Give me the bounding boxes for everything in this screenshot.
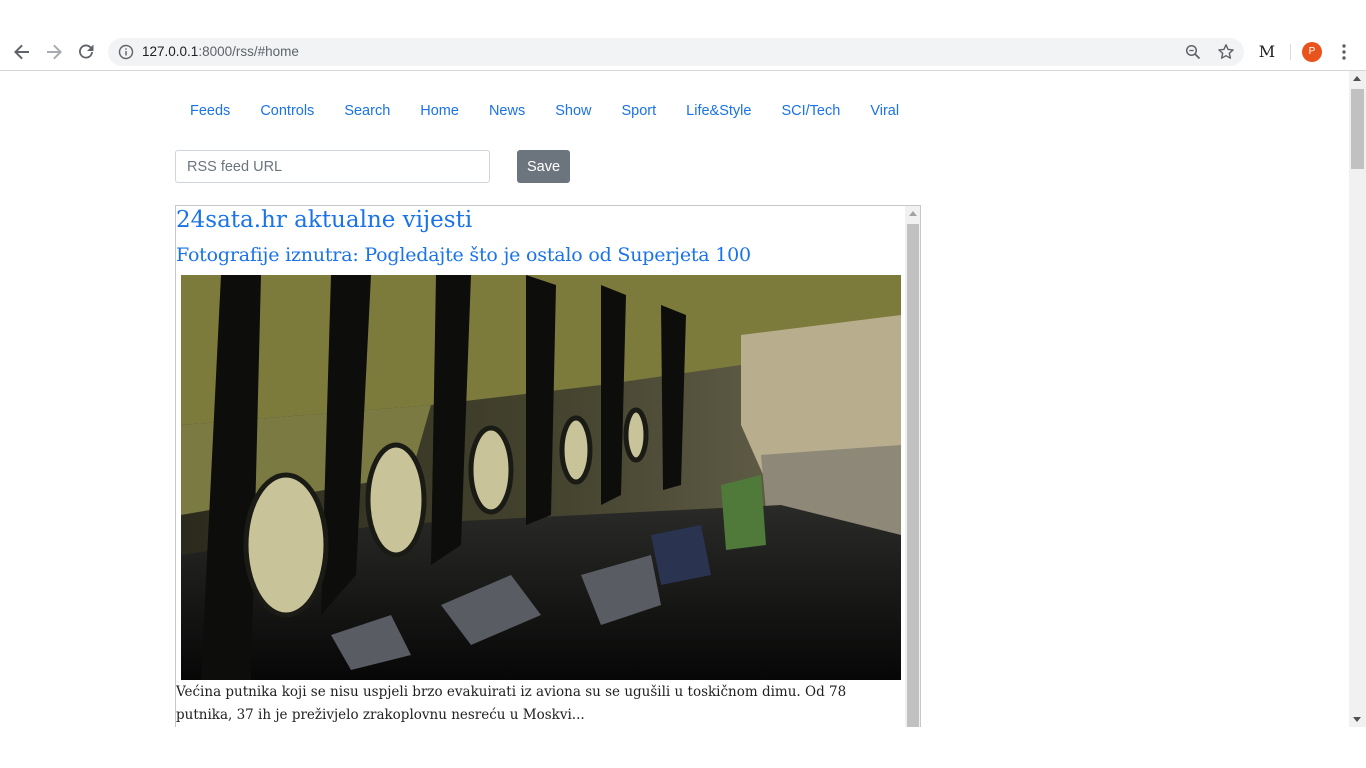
nav-link-viral[interactable]: Viral bbox=[855, 98, 914, 124]
extension-m-icon[interactable]: M bbox=[1257, 42, 1277, 62]
scroll-up-arrow-icon[interactable] bbox=[1353, 76, 1361, 81]
url-path: :8000/rss/#home bbox=[198, 44, 299, 59]
category-nav: Feeds Controls Search Home News Show Spo… bbox=[175, 98, 914, 124]
feed-panel-scrollbar-thumb[interactable] bbox=[907, 224, 919, 727]
nav-link-home[interactable]: Home bbox=[405, 98, 474, 124]
nav-link-scitech[interactable]: SCI/Tech bbox=[766, 98, 855, 124]
nav-link-controls[interactable]: Controls bbox=[245, 98, 329, 124]
page-scrollbar[interactable] bbox=[1349, 71, 1366, 727]
nav-link-search[interactable]: Search bbox=[329, 98, 405, 124]
info-icon[interactable] bbox=[118, 44, 134, 60]
forward-button[interactable] bbox=[42, 40, 66, 64]
article-description: Većina putnika koji se nisu uspjeli brzo… bbox=[176, 684, 847, 723]
aircraft-wreckage-photo bbox=[181, 275, 901, 680]
nav-link-lifestyle[interactable]: Life&Style bbox=[671, 98, 766, 124]
url-text[interactable]: 127.0.0.1:8000/rss/#home bbox=[142, 44, 299, 60]
scroll-up-arrow-icon[interactable] bbox=[909, 211, 917, 216]
arrow-right-icon bbox=[47, 44, 62, 60]
browser-toolbar: 127.0.0.1:8000/rss/#home M P bbox=[0, 0, 1366, 71]
arrow-left-icon bbox=[14, 44, 29, 60]
profile-avatar[interactable]: P bbox=[1302, 42, 1322, 62]
scroll-down-arrow-icon[interactable] bbox=[1353, 717, 1361, 722]
back-button[interactable] bbox=[10, 40, 34, 64]
page-scrollbar-thumb[interactable] bbox=[1351, 89, 1364, 169]
feed-panel-scrollbar[interactable] bbox=[905, 206, 920, 727]
feed-panel: 24sata.hr aktualne vijesti Fotografije i… bbox=[175, 205, 921, 727]
address-bar[interactable]: 127.0.0.1:8000/rss/#home bbox=[108, 38, 1244, 66]
reload-icon bbox=[79, 44, 94, 59]
nav-link-show[interactable]: Show bbox=[540, 98, 606, 124]
more-vert-icon[interactable] bbox=[1336, 42, 1352, 62]
nav-link-sport[interactable]: Sport bbox=[607, 98, 672, 124]
zoom-icon[interactable] bbox=[1185, 44, 1201, 60]
reload-button[interactable] bbox=[74, 40, 98, 64]
rss-url-input[interactable] bbox=[175, 150, 490, 183]
nav-link-feeds[interactable]: Feeds bbox=[175, 98, 245, 124]
bookmark-star-icon[interactable] bbox=[1217, 43, 1235, 61]
url-host: 127.0.0.1 bbox=[142, 44, 199, 59]
article-title-link[interactable]: Fotografije iznutra: Pogledajte što je o… bbox=[176, 242, 751, 268]
feed-title-link[interactable]: 24sata.hr aktualne vijesti bbox=[176, 206, 472, 235]
article-image[interactable] bbox=[181, 275, 901, 680]
nav-link-news[interactable]: News bbox=[474, 98, 540, 124]
save-button[interactable]: Save bbox=[517, 150, 570, 183]
toolbar-divider bbox=[1290, 44, 1291, 60]
